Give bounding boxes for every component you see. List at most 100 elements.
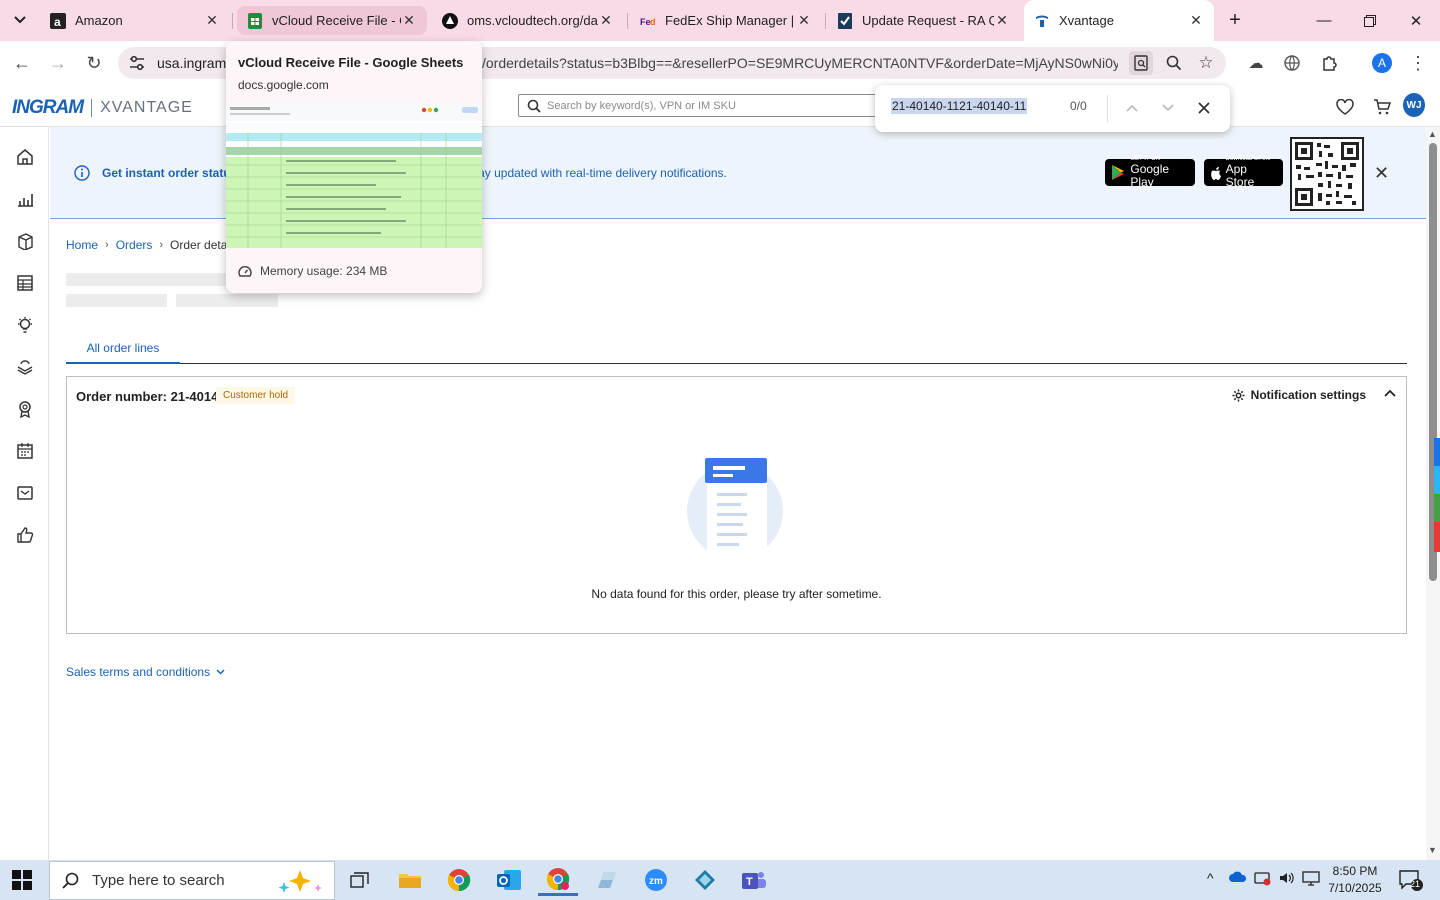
restore-button[interactable] <box>1347 0 1393 41</box>
user-menu-button[interactable]: WJ <box>1403 93 1425 117</box>
reload-button[interactable]: ↻ <box>80 49 108 77</box>
nav-insights[interactable] <box>14 314 36 336</box>
zoom-app[interactable]: zm <box>636 864 676 896</box>
nav-analytics[interactable] <box>14 188 36 210</box>
close-tab-icon[interactable]: ✕ <box>401 12 417 29</box>
chrome-icon <box>447 869 471 892</box>
product-search-input[interactable]: Search by keyword(s), VPN or IM SKU <box>518 94 898 117</box>
tab-search-dropdown[interactable] <box>6 6 34 34</box>
nav-orders[interactable] <box>14 272 36 294</box>
start-button[interactable] <box>12 870 32 895</box>
site-settings-icon[interactable] <box>128 54 146 72</box>
close-tab-icon[interactable]: ✕ <box>204 12 220 29</box>
browser-menu-button[interactable]: ⋮ <box>1404 49 1432 77</box>
notification-settings-label: Notification settings <box>1250 388 1366 402</box>
notification-center-button[interactable]: 21 <box>1398 868 1424 895</box>
chrome-app[interactable] <box>439 864 479 896</box>
scroll-down-arrow-icon[interactable]: ▼ <box>1428 845 1437 855</box>
find-divider <box>1107 95 1108 122</box>
find-input[interactable]: 21-40140-1121-40140-11 <box>891 98 1028 114</box>
nav-rewards[interactable] <box>14 398 36 420</box>
close-tab-icon[interactable]: ✕ <box>598 12 614 29</box>
chart-icon <box>18 194 33 207</box>
empty-state-message: No data found for this order, please try… <box>591 587 882 601</box>
checkmark-icon <box>837 12 853 29</box>
outlook-app[interactable] <box>489 864 529 896</box>
nav-inbox[interactable] <box>14 482 36 504</box>
tab-oms-vcloudtech[interactable]: oms.vcloudtech.org/da ✕ <box>432 6 624 35</box>
network-icon[interactable] <box>1302 870 1320 889</box>
close-tab-icon[interactable]: ✕ <box>1188 12 1204 29</box>
vpn-app[interactable] <box>685 864 725 896</box>
find-previous-button[interactable] <box>1121 97 1143 119</box>
inbox-icon <box>17 486 33 500</box>
chevron-up-icon[interactable] <box>1384 389 1396 397</box>
sales-terms-toggle[interactable]: Sales terms and conditions <box>66 665 225 679</box>
document-search-icon <box>1134 55 1148 71</box>
minimize-button[interactable]: — <box>1301 0 1347 41</box>
new-tab-button[interactable]: + <box>1221 6 1249 34</box>
teams-app[interactable]: T <box>734 864 774 896</box>
tab-update-request[interactable]: Update Request - RA Q ✕ <box>827 6 1020 35</box>
nav-products[interactable] <box>14 230 36 252</box>
find-close-button[interactable] <box>1193 97 1215 119</box>
google-play-button[interactable]: GET IT ON Google Play <box>1105 156 1195 189</box>
nav-calendar[interactable] <box>14 440 36 462</box>
close-icon: ✕ <box>1409 12 1423 30</box>
app-store-button[interactable]: Download on the App Store <box>1204 156 1283 189</box>
find-in-page-button[interactable] <box>1129 51 1153 75</box>
page-scrollbar[interactable]: ▲ ▼ <box>1426 127 1440 860</box>
chrome-profile-app[interactable] <box>538 864 578 896</box>
copilot-sparkle-icon <box>278 869 322 893</box>
scroll-up-arrow-icon[interactable]: ▲ <box>1428 129 1437 139</box>
breadcrumb-orders[interactable]: Orders <box>116 238 153 252</box>
tab-fedex[interactable]: Fe d FedEx Ship Manager | C ✕ <box>630 6 822 35</box>
tab-vcloud-receive-file[interactable]: vCloud Receive File - Gc ✕ <box>237 6 427 35</box>
tab-divider <box>232 13 233 29</box>
notification-settings-button[interactable]: Notification settings <box>1232 388 1366 402</box>
security-icon[interactable] <box>1254 870 1272 889</box>
taskbar-search-box[interactable]: Type here to search <box>49 861 335 900</box>
extensions-button[interactable] <box>1315 49 1343 77</box>
favorites-button[interactable] <box>1334 96 1356 118</box>
breadcrumb-home[interactable]: Home <box>66 238 98 252</box>
find-next-button[interactable] <box>1157 97 1179 119</box>
profile-button[interactable]: A <box>1368 49 1396 77</box>
tab-all-order-lines[interactable]: All order lines <box>66 337 180 364</box>
show-hidden-icons-button[interactable]: ^ <box>1207 870 1214 886</box>
url-path: /orderdetails?status=b3Blbg==&resellerPO… <box>482 55 1118 71</box>
nav-home[interactable] <box>14 146 36 168</box>
back-button[interactable]: ← <box>8 49 36 77</box>
volume-icon[interactable] <box>1278 870 1296 889</box>
remote-app[interactable] <box>587 864 627 896</box>
translate-button[interactable] <box>1278 49 1306 77</box>
nav-feedback[interactable] <box>14 524 36 546</box>
bookmark-star-button[interactable]: ☆ <box>1194 51 1218 75</box>
teams-icon: T <box>742 872 766 889</box>
zoom-button[interactable] <box>1162 51 1186 75</box>
thumbs-up-icon <box>17 527 34 543</box>
onedrive-icon[interactable] <box>1229 870 1249 886</box>
tab-title: FedEx Ship Manager | C <box>665 13 796 28</box>
preview-thumbnail <box>226 103 482 248</box>
close-tab-icon[interactable]: ✕ <box>994 12 1010 29</box>
ingram-xvantage-logo[interactable]: INGRAM XVANTAGE <box>12 97 193 119</box>
order-number: Order number: 21-40140 <box>76 389 226 404</box>
close-tab-icon[interactable]: ✕ <box>796 12 812 29</box>
svg-text:d: d <box>650 17 656 26</box>
task-view-button[interactable] <box>340 864 380 896</box>
cart-button[interactable] <box>1371 96 1393 118</box>
taskbar-clock[interactable]: 8:50 PM 7/10/2025 <box>1320 863 1390 897</box>
forward-button[interactable]: → <box>44 49 72 77</box>
nav-services[interactable] <box>14 356 36 378</box>
extension-button[interactable]: ☁ <box>1242 49 1270 77</box>
clock-date: 7/10/2025 <box>1328 881 1382 895</box>
browser-toolbar: ← → ↻ usa.ingram /orderdetails?status=b3… <box>0 41 1440 85</box>
tab-amazon[interactable]: a Amazon ✕ <box>40 6 230 35</box>
banner-close-button[interactable]: ✕ <box>1374 163 1389 184</box>
tab-xvantage[interactable]: Xvantage ✕ <box>1024 0 1214 41</box>
close-window-button[interactable]: ✕ <box>1393 0 1439 41</box>
banner-message-bold: Get instant order status <box>102 166 238 180</box>
google-play-label: Google Play <box>1130 162 1170 189</box>
file-explorer-app[interactable] <box>390 864 430 896</box>
